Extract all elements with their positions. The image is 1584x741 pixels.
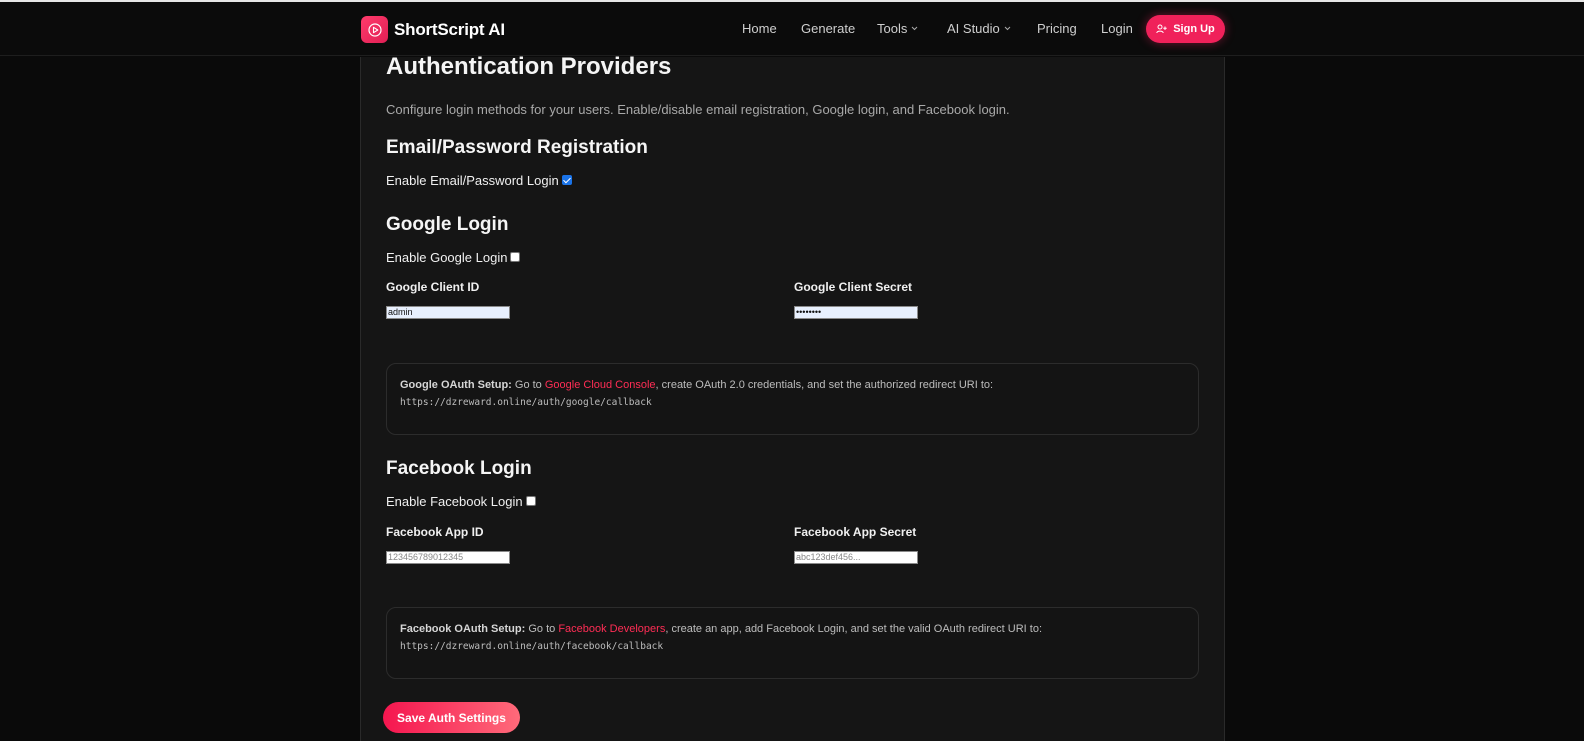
email-section-heading: Email/Password Registration [386,137,648,158]
facebook-enable-checkbox[interactable] [525,495,536,506]
nav-ai-studio-label: AI Studio [947,21,1000,36]
auth-settings-panel: Authentication Providers Configure login… [360,53,1225,741]
google-cloud-console-link[interactable]: Google Cloud Console [545,379,656,391]
facebook-app-secret-label: Facebook App Secret [794,525,917,539]
email-enable-label: Enable Email/Password Login [386,173,559,188]
facebook-app-secret-input[interactable]: abc123def456... [794,551,918,564]
facebook-enable-label: Enable Facebook Login [386,494,523,509]
play-icon [361,16,388,43]
facebook-app-id-input[interactable]: 123456789012345 [386,551,510,564]
facebook-oauth-info-text: Facebook OAuth Setup: Go to Facebook Dev… [400,623,1042,635]
google-enable-label: Enable Google Login [386,250,508,265]
nav-tools-label: Tools [877,21,908,36]
google-section-heading: Google Login [386,214,509,235]
nav-tools[interactable]: Tools [877,21,918,36]
sign-up-button[interactable]: Sign Up [1146,15,1225,43]
user-plus-icon [1156,24,1167,34]
nav-generate[interactable]: Generate [801,21,855,36]
google-client-id-input[interactable]: admin [386,306,510,319]
google-oauth-info-box: Google OAuth Setup: Go to Google Cloud C… [386,363,1199,435]
facebook-oauth-info-box: Facebook OAuth Setup: Go to Facebook Dev… [386,607,1199,679]
page-title: Authentication Providers [386,53,672,80]
google-oauth-info-part1: Go to [511,379,545,391]
save-auth-settings-button[interactable]: Save Auth Settings [383,702,520,733]
google-client-secret-input[interactable]: •••••••• [794,306,918,319]
facebook-redirect-uri: https://dzreward.online/auth/facebook/ca… [400,641,664,652]
nav-login[interactable]: Login [1101,21,1133,36]
facebook-developers-link[interactable]: Facebook Developers [558,623,665,635]
facebook-oauth-info-part2: , create an app, add Facebook Login, and… [665,623,1042,635]
sign-up-label: Sign Up [1173,23,1215,35]
email-enable-checkbox[interactable] [561,174,572,185]
brand-name: ShortScript AI [394,19,505,39]
brand-logo-link[interactable]: ShortScript AI [361,16,505,43]
chevron-down-icon [1004,26,1011,31]
google-oauth-info-title: Google OAuth Setup: [400,379,512,391]
facebook-app-id-label: Facebook App ID [386,525,484,539]
nav-home[interactable]: Home [742,21,777,36]
google-enable-row[interactable]: Enable Google Login [386,250,521,265]
top-navbar: ShortScript AI Home Generate Tools AI St… [0,2,1584,56]
facebook-oauth-info-title: Facebook OAuth Setup: [400,623,526,635]
google-oauth-info-text: Google OAuth Setup: Go to Google Cloud C… [400,379,993,391]
google-oauth-info-part2: , create OAuth 2.0 credentials, and set … [655,379,994,391]
email-enable-row[interactable]: Enable Email/Password Login [386,173,572,188]
google-client-secret-label: Google Client Secret [794,280,913,294]
google-redirect-uri: https://dzreward.online/auth/google/call… [400,397,652,408]
nav-pricing[interactable]: Pricing [1037,21,1077,36]
google-enable-checkbox[interactable] [510,251,521,262]
page-description: Configure login methods for your users. … [386,102,1010,117]
google-client-id-label: Google Client ID [386,280,480,294]
facebook-oauth-info-part1: Go to [525,623,559,635]
facebook-section-heading: Facebook Login [386,458,532,479]
facebook-enable-row[interactable]: Enable Facebook Login [386,494,536,509]
nav-ai-studio[interactable]: AI Studio [947,21,1011,36]
chevron-down-icon [912,26,918,31]
